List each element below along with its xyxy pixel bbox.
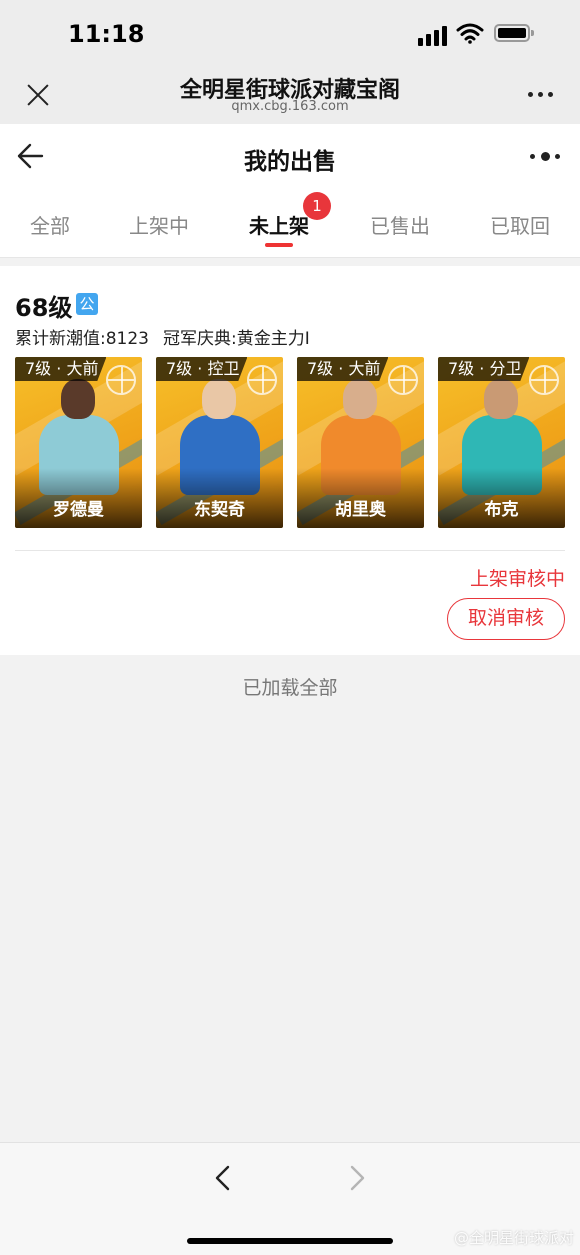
more-options-icon[interactable] — [528, 92, 556, 98]
tab-bar: 全部 上架中 未上架 1 已售出 已取回 — [0, 188, 580, 258]
player-card[interactable]: 7级 · 大前 罗德曼 — [15, 357, 142, 528]
nav-back-icon[interactable] — [212, 1163, 234, 1193]
signal-icon — [418, 26, 448, 46]
status-bar: 11:18 — [0, 0, 580, 64]
player-head — [343, 379, 377, 419]
account-level: 68级 — [15, 294, 73, 322]
public-badge: 公 — [76, 293, 98, 315]
tab-on-sale[interactable]: 上架中 — [109, 210, 209, 239]
status-time: 11:18 — [68, 20, 145, 48]
champion-info: 冠军庆典:黄金主力I — [163, 329, 310, 349]
player-rank: 7级 · 控卫 — [156, 357, 248, 381]
listing-stats: 累计新潮值:8123 冠军庆典:黄金主力I — [15, 324, 310, 349]
player-name: 东契奇 — [194, 500, 245, 520]
review-status: 上架审核中 — [469, 568, 565, 590]
tab-all[interactable]: 全部 — [0, 210, 100, 239]
divider — [15, 550, 565, 551]
tab-sold[interactable]: 已售出 — [350, 210, 450, 239]
trend-value: 累计新潮值:8123 — [15, 329, 149, 349]
player-card[interactable]: 7级 · 控卫 东契奇 — [156, 357, 283, 528]
player-rank: 7级 · 大前 — [297, 357, 389, 381]
page-header: 我的出售 — [0, 124, 580, 188]
player-rank: 7级 · 分卫 — [438, 357, 530, 381]
loaded-all-text: 已加载全部 — [242, 677, 338, 699]
cancel-review-button[interactable]: 取消审核 — [447, 598, 565, 640]
player-head — [484, 379, 518, 419]
watermark: @全明星街球派对 — [453, 1229, 574, 1247]
player-name: 布克 — [484, 500, 519, 520]
basketball-icon — [529, 365, 559, 395]
basketball-icon — [247, 365, 277, 395]
page-title: 我的出售 — [244, 149, 336, 175]
battery-icon — [494, 24, 534, 42]
basketball-icon — [388, 365, 418, 395]
browser-bar: 全明星街球派对藏宝阁 qmx.cbg.163.com — [0, 64, 580, 124]
basketball-icon — [106, 365, 136, 395]
player-head — [61, 379, 95, 419]
wifi-icon — [456, 23, 484, 44]
browser-url: qmx.cbg.163.com — [231, 99, 349, 114]
player-card[interactable]: 7级 · 大前 胡里奥 — [297, 357, 424, 528]
tab-badge: 1 — [303, 192, 331, 220]
tab-retrieved[interactable]: 已取回 — [470, 210, 570, 239]
player-rank: 7级 · 大前 — [15, 357, 107, 381]
player-name: 罗德曼 — [53, 500, 104, 520]
player-name: 胡里奥 — [335, 500, 386, 520]
bottom-nav-bar: @全明星街球派对 — [0, 1142, 580, 1255]
listing-card[interactable]: 68级 公 累计新潮值:8123 冠军庆典:黄金主力I 7级 · 大前 罗德曼 7… — [0, 266, 580, 655]
nav-forward-icon[interactable] — [346, 1163, 368, 1193]
player-card[interactable]: 7级 · 分卫 布克 — [438, 357, 565, 528]
tab-active-indicator — [265, 243, 293, 247]
player-head — [202, 379, 236, 419]
home-indicator — [187, 1238, 393, 1244]
menu-dots-icon[interactable] — [530, 151, 562, 161]
